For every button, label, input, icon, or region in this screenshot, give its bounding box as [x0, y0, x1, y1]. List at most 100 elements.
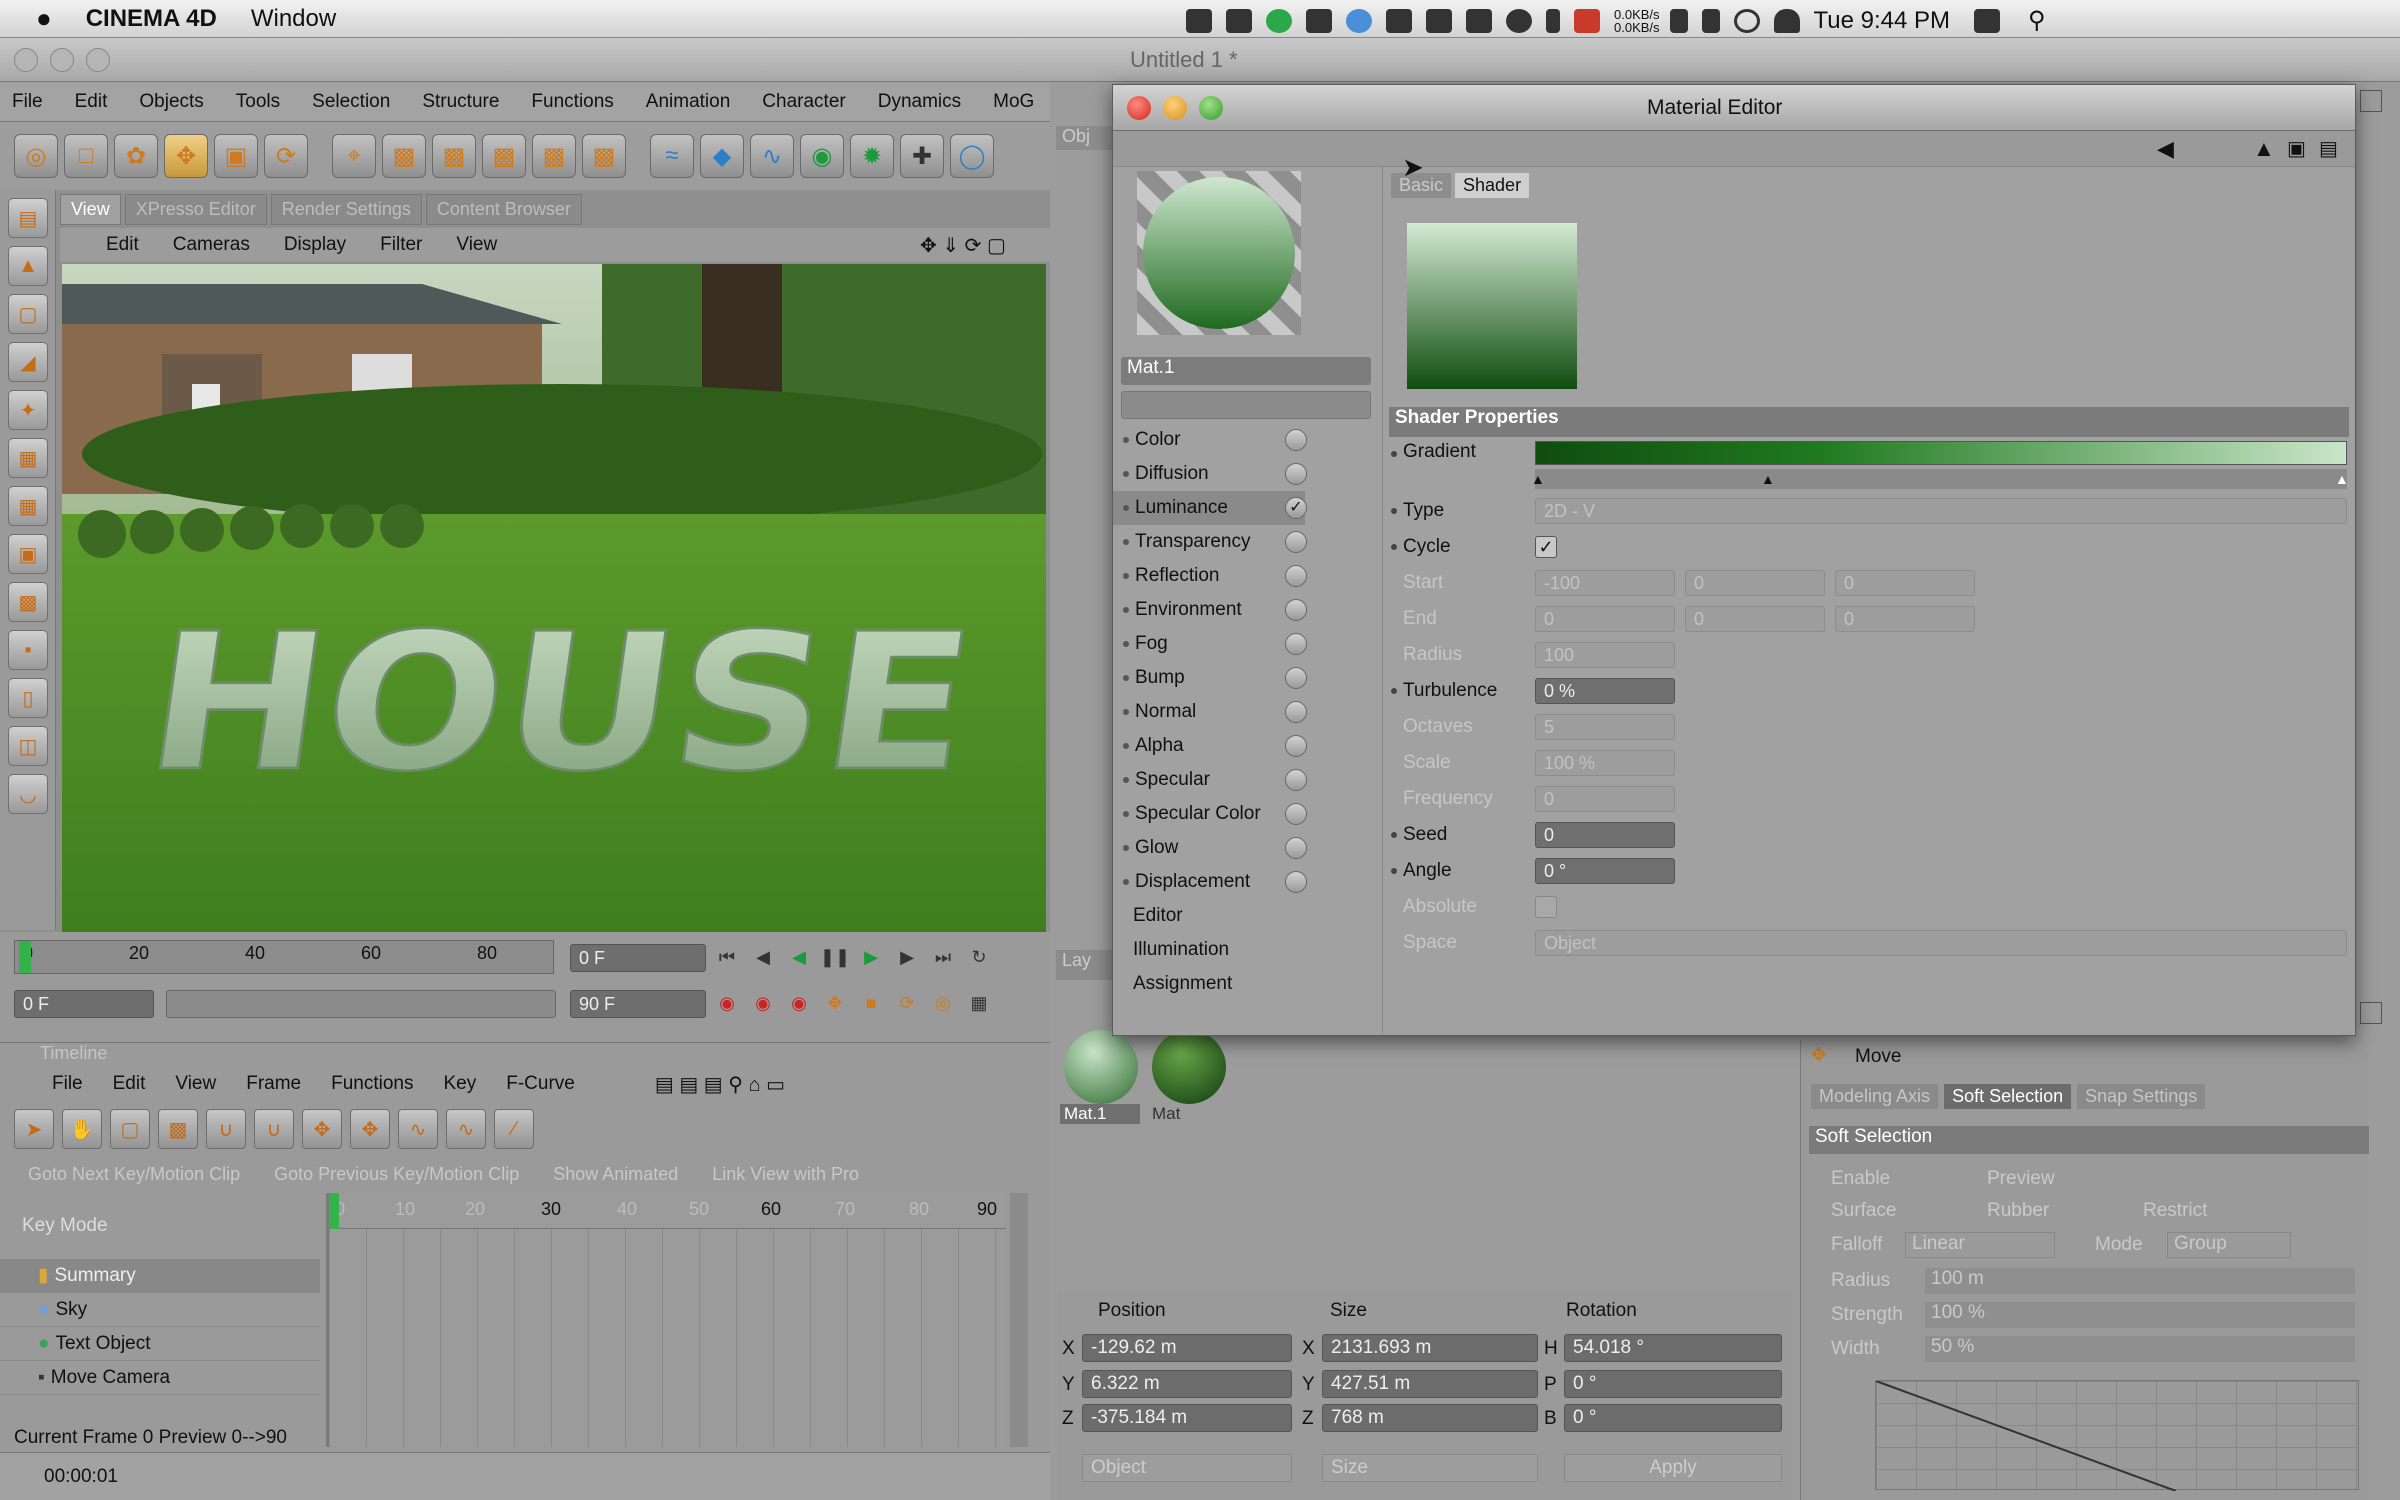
octaves-field[interactable]: 5 [1535, 714, 1675, 740]
size-x-field[interactable]: 2131.693 m [1322, 1334, 1538, 1362]
dropbox-icon[interactable] [1226, 8, 1252, 33]
tl-curve-icon[interactable]: ∿ [398, 1109, 438, 1149]
tl-tangent-icon[interactable]: ∿ [446, 1109, 486, 1149]
material-swatch-mat[interactable]: Mat [1148, 1030, 1228, 1130]
deformer-icon[interactable]: ✚ [900, 134, 944, 178]
channel-displacement[interactable]: Displacement [1113, 865, 1307, 899]
gradient-knot-left[interactable]: ▲ [1531, 471, 1545, 487]
objects-tab[interactable]: Obj [1056, 126, 1112, 150]
end-x-field[interactable]: 0 [1535, 606, 1675, 632]
tl-move-keys-icon[interactable]: ✥ [302, 1109, 342, 1149]
menu-window[interactable]: Window [251, 5, 336, 33]
render-view-icon[interactable]: ▩ [382, 134, 426, 178]
opt-rubber[interactable]: Rubber [1987, 1200, 2049, 1222]
scale-key-icon[interactable]: ■ [856, 988, 886, 1018]
new-window-icon[interactable]: ▤ [2319, 136, 2338, 161]
channel-specular-color[interactable]: Specular Color [1113, 797, 1307, 831]
menu-app-name[interactable]: CINEMA 4D [86, 5, 217, 33]
record-icon[interactable]: ◉ [712, 988, 742, 1018]
frequency-field[interactable]: 0 [1535, 786, 1675, 812]
model-mode-icon[interactable]: ▲ [8, 246, 48, 286]
position-z-field[interactable]: -375.184 m [1082, 1404, 1292, 1432]
points-mode-icon[interactable]: ✦ [8, 390, 48, 430]
snap-icon[interactable]: ▪ [8, 630, 48, 670]
calendar-icon[interactable] [1574, 8, 1600, 33]
menu-tools[interactable]: Tools [236, 91, 280, 113]
axis-icon[interactable]: ⌖ [332, 134, 376, 178]
tl-row-sky[interactable]: ● Sky [0, 1293, 320, 1327]
material-name-field[interactable]: Mat.1 [1121, 357, 1371, 385]
channel-transparency[interactable]: Transparency [1113, 525, 1307, 559]
material-swatch-mat1[interactable]: Mat.1 [1060, 1030, 1140, 1130]
preview-range-slider[interactable] [166, 990, 556, 1018]
facetime-icon[interactable] [1186, 8, 1212, 33]
channel-glow[interactable]: Glow [1113, 831, 1307, 865]
channel-diffusion-checkbox[interactable] [1285, 463, 1307, 485]
tl-menu-file[interactable]: File [52, 1073, 83, 1095]
channel-displacement-checkbox[interactable] [1285, 871, 1307, 893]
channel-normal-checkbox[interactable] [1285, 701, 1307, 723]
start-y-field[interactable]: 0 [1685, 570, 1825, 596]
make-editable-icon[interactable]: ▤ [8, 198, 48, 238]
menu-character[interactable]: Character [762, 91, 845, 113]
pause-icon[interactable]: ❚❚ [820, 942, 850, 972]
timeline-frame-ruler[interactable]: 0 10 20 30 40 50 60 70 80 90 [329, 1193, 1006, 1229]
zoom-button[interactable] [86, 47, 110, 72]
workplane-icon[interactable]: ◢ [8, 342, 48, 382]
tl-menu-key[interactable]: Key [444, 1073, 477, 1095]
tab-soft-selection[interactable]: Soft Selection [1944, 1084, 2072, 1109]
rotate-tool-icon[interactable]: ⟳ [264, 134, 308, 178]
autokey-icon[interactable]: ◉ [748, 988, 778, 1018]
goto-end-icon[interactable]: ⏭ [928, 942, 958, 972]
evernote-icon[interactable] [1266, 8, 1292, 33]
play-icon[interactable]: ▶ [856, 942, 886, 972]
end-frame-field[interactable]: 90 F [570, 990, 706, 1018]
tl-key-icon[interactable]: ➤ [14, 1109, 54, 1149]
start-frame-field[interactable]: 0 F [14, 990, 154, 1018]
tl-menu-view[interactable]: View [175, 1073, 216, 1095]
size-mode-dropdown[interactable]: Size [1322, 1454, 1538, 1482]
menu-edit[interactable]: Edit [75, 91, 108, 113]
opt-enable[interactable]: Enable [1831, 1168, 1890, 1190]
start-x-field[interactable]: -100 [1535, 570, 1675, 596]
null-object-icon[interactable]: ≈ [650, 134, 694, 178]
falloff-dropdown[interactable]: Linear [1905, 1232, 2055, 1258]
material-manager-tab[interactable]: Lay [1056, 950, 1116, 980]
render-settings-icon[interactable]: ▩ [582, 134, 626, 178]
channel-fog[interactable]: Fog [1113, 627, 1307, 661]
flask-icon[interactable] [1386, 8, 1412, 33]
turbulence-field[interactable]: 0 % [1535, 678, 1675, 704]
strength-slider[interactable]: 100 % [1925, 1302, 2355, 1328]
channel-normal[interactable]: Normal [1113, 695, 1307, 729]
uv-mode-icon[interactable]: ▣ [8, 534, 48, 574]
cycle-checkbox[interactable]: ✓ [1535, 536, 1557, 558]
scale-field[interactable]: 100 % [1535, 750, 1675, 776]
radius-slider[interactable]: 100 m [1925, 1268, 2355, 1294]
gradient-knot-track[interactable] [1535, 469, 2347, 489]
tl-hand-icon[interactable]: ✋ [62, 1109, 102, 1149]
goto-start-icon[interactable]: ⏮ [712, 942, 742, 972]
spline-pen-icon[interactable]: ∿ [750, 134, 794, 178]
panel-restore-icon[interactable] [2360, 90, 2382, 112]
channel-assignment[interactable]: Assignment [1113, 967, 1305, 1001]
tl-menu-functions[interactable]: Functions [331, 1073, 413, 1095]
channel-editor[interactable]: Editor [1113, 899, 1305, 933]
up-arrow-icon[interactable]: ▲ [2253, 136, 2275, 162]
pla-key-icon[interactable]: ▦ [964, 988, 994, 1018]
scene-light-icon[interactable]: ◯ [950, 134, 994, 178]
menu-selection[interactable]: Selection [312, 91, 390, 113]
panel-restore-icon-2[interactable] [2360, 1002, 2382, 1024]
tl-snap-icon[interactable]: ∪ [254, 1109, 294, 1149]
rotation-key-icon[interactable]: ⟳ [892, 988, 922, 1018]
lasso-selection-icon[interactable]: ✿ [114, 134, 158, 178]
menu-file[interactable]: File [12, 91, 43, 113]
sync-icon[interactable] [1733, 8, 1760, 33]
loop-icon[interactable]: ↻ [964, 942, 994, 972]
tl-menu-frame[interactable]: Frame [246, 1073, 301, 1095]
tl-menu-fcurve[interactable]: F-Curve [506, 1073, 575, 1095]
drive-icon[interactable] [1426, 8, 1452, 33]
playhead[interactable] [19, 941, 31, 973]
channel-specular[interactable]: Specular [1113, 763, 1307, 797]
material-preview-swatch[interactable] [1137, 171, 1301, 335]
channel-reflection-checkbox[interactable] [1285, 565, 1307, 587]
